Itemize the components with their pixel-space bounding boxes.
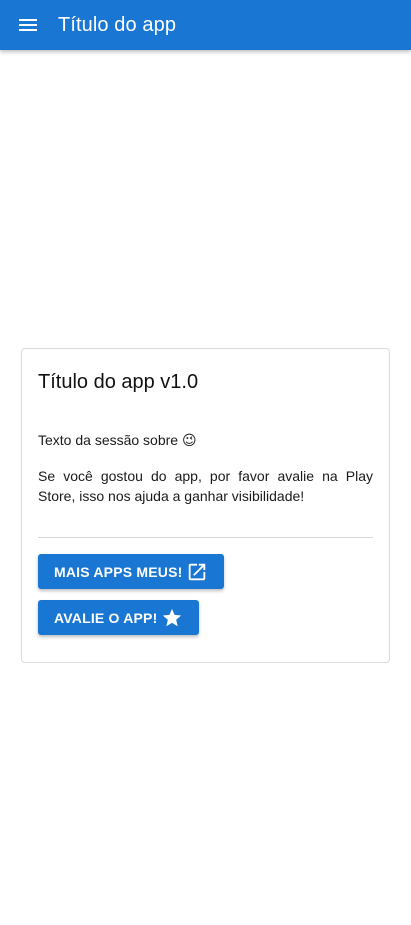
app-title: Título do app — [58, 13, 177, 36]
menu-icon — [19, 19, 37, 31]
menu-button[interactable] — [0, 0, 56, 50]
about-card: Título do app v1.0 Texto da sessão sobre… — [21, 348, 390, 663]
more-apps-button-label: MAIS APPS MEUS! — [54, 563, 183, 580]
more-apps-button[interactable]: MAIS APPS MEUS! — [38, 554, 224, 589]
card-title: Título do app v1.0 — [38, 371, 199, 393]
rate-app-button-label: AVALIE O APP! — [54, 609, 158, 626]
star-icon — [161, 607, 183, 629]
divider — [38, 537, 373, 538]
open-in-new-icon — [186, 561, 208, 583]
rate-message: Se você gostou do app, por favor avalie … — [38, 468, 373, 504]
section-text: Texto da sessão sobre 😉 — [38, 432, 197, 448]
app-bar: Título do app — [0, 0, 411, 50]
rate-app-button[interactable]: AVALIE O APP! — [38, 600, 199, 635]
